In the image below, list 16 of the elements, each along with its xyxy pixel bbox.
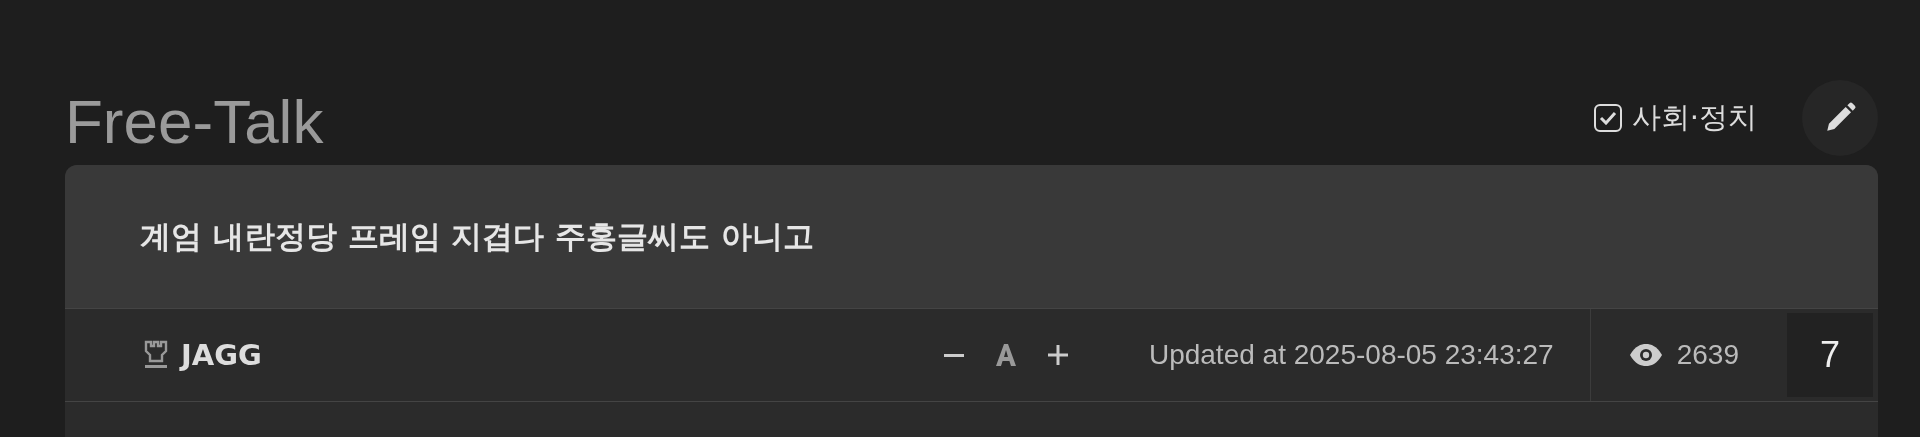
checkbox[interactable]: [1593, 103, 1622, 132]
decrease-font-button[interactable]: [942, 353, 965, 357]
comment-count: 7: [1787, 313, 1873, 397]
eye-icon: [1628, 343, 1663, 367]
filter-label: 사회·정치: [1631, 98, 1757, 136]
view-count: 2639: [1676, 339, 1739, 371]
minus-icon: [942, 353, 965, 357]
post-title: 계엄 내란정당 프레임 지겹다 주홍글씨도 아니고: [140, 216, 814, 256]
board-title: Free-Talk: [65, 86, 325, 157]
category-filter[interactable]: 사회·정치: [1593, 97, 1757, 138]
rook-icon: [143, 340, 169, 370]
author-name: JAGG: [181, 338, 262, 372]
updated-time: Updated at 2025-08-05 23:43:27: [1148, 339, 1555, 371]
check-icon: [1598, 110, 1617, 125]
increase-font-button[interactable]: [1046, 344, 1069, 366]
plus-icon: [1046, 344, 1069, 366]
